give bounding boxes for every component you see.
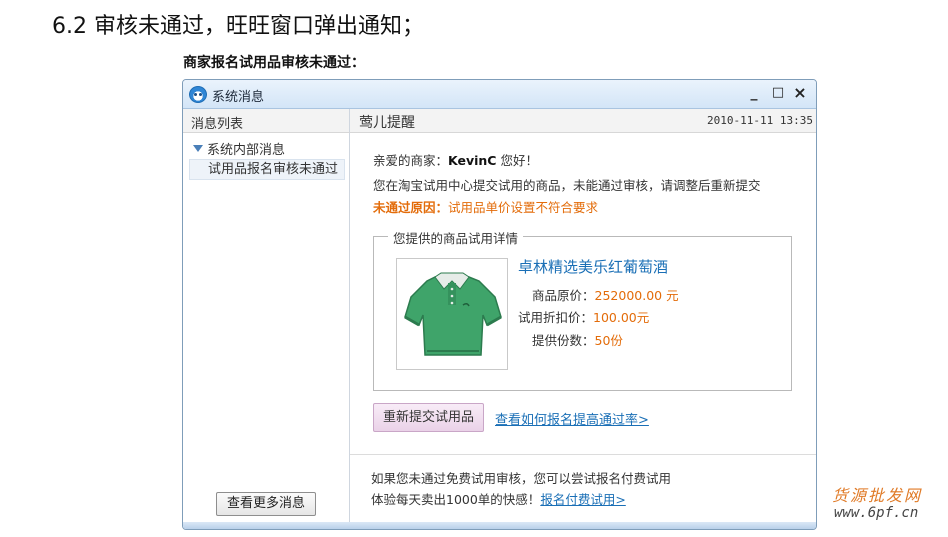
window-title: 系统消息 — [212, 90, 265, 105]
original-price-value: 252000.00 元 — [594, 288, 679, 303]
tree-group-system[interactable]: 系统内部消息 — [193, 139, 285, 158]
minimize-button[interactable]: _ — [744, 83, 764, 103]
close-button[interactable]: × — [790, 83, 810, 103]
expand-triangle-icon — [193, 145, 203, 152]
message-header: 莺儿提醒 2010-11-11 13:35 — [350, 109, 816, 133]
product-image[interactable] — [396, 258, 508, 370]
message-body: 您在淘宝试用中心提交试用的商品，未能通过审核，请调整后重新提交 — [373, 178, 761, 193]
green-polo-shirt-icon — [404, 272, 502, 356]
paid-trial-link[interactable]: 报名付费试用> — [540, 492, 625, 507]
reason-label: 未通过原因： — [373, 200, 449, 215]
window-titlebar[interactable]: 系统消息 _ □ × — [183, 80, 816, 109]
message-timestamp: 2010-11-11 13:35 — [707, 114, 813, 127]
window-bottom-bar — [183, 522, 816, 529]
trial-price-value: 100.00元 — [593, 310, 650, 325]
system-message-window: 系统消息 _ □ × 消息列表 系统内部消息 试用品报名审核未通过 查看更多消息… — [182, 79, 817, 530]
resubmit-trial-button[interactable]: 重新提交试用品 — [373, 403, 484, 432]
quantity-value: 50份 — [594, 333, 623, 348]
promo-line-2: 体验每天卖出1000单的快感！报名付费试用> — [371, 492, 626, 507]
greeting-line: 亲爱的商家：KevinC 您好！ — [373, 153, 538, 168]
more-messages-button[interactable]: 查看更多消息 — [216, 492, 316, 516]
watermark-line-1: 货源批发网 — [832, 486, 923, 505]
page-heading: 6.2 审核未通过，旺旺窗口弹出通知； — [52, 14, 424, 39]
quantity-row: 提供份数：50份 — [532, 333, 623, 348]
approval-help-link[interactable]: 查看如何报名提高通过率> — [495, 409, 649, 428]
page-subheading: 商家报名试用品审核未通过： — [183, 55, 365, 71]
message-content: 亲爱的商家：KevinC 您好！ 您在淘宝试用中心提交试用的商品，未能通过审核，… — [350, 133, 816, 529]
details-legend: 您提供的商品试用详情 — [388, 228, 524, 247]
product-name-link[interactable]: 卓林精选美乐红葡萄酒 — [518, 256, 668, 277]
site-watermark: 货源批发网 www.6pf.cn — [832, 482, 944, 527]
trial-price-row: 试用折扣价：100.00元 — [518, 310, 650, 325]
promo-line-1: 如果您未通过免费试用审核，您可以尝试报名付费试用 — [371, 471, 672, 486]
message-sidebar: 系统内部消息 试用品报名审核未通过 查看更多消息 — [183, 133, 350, 529]
message-list-header: 消息列表 — [183, 109, 350, 133]
product-details-box: 您提供的商品试用详情 卓林精选美乐红葡萄酒 商品原价：252000.00 元 试 — [373, 228, 792, 391]
maximize-button[interactable]: □ — [768, 83, 788, 103]
tree-group-label: 系统内部消息 — [207, 143, 286, 158]
merchant-name: KevinC — [448, 153, 497, 168]
rejection-reason: 未通过原因：试用品单价设置不符合要求 — [373, 197, 598, 216]
message-sender: 莺儿提醒 — [359, 115, 415, 131]
watermark-line-2: www.6pf.cn — [834, 505, 919, 521]
content-divider — [350, 454, 816, 455]
message-list-title: 消息列表 — [191, 117, 244, 132]
reason-text: 试用品单价设置不符合要求 — [448, 200, 599, 215]
sidebar-item-trial-rejected[interactable]: 试用品报名审核未通过 — [189, 159, 345, 180]
original-price-row: 商品原价：252000.00 元 — [532, 288, 679, 303]
aliwangwang-icon — [189, 86, 207, 103]
